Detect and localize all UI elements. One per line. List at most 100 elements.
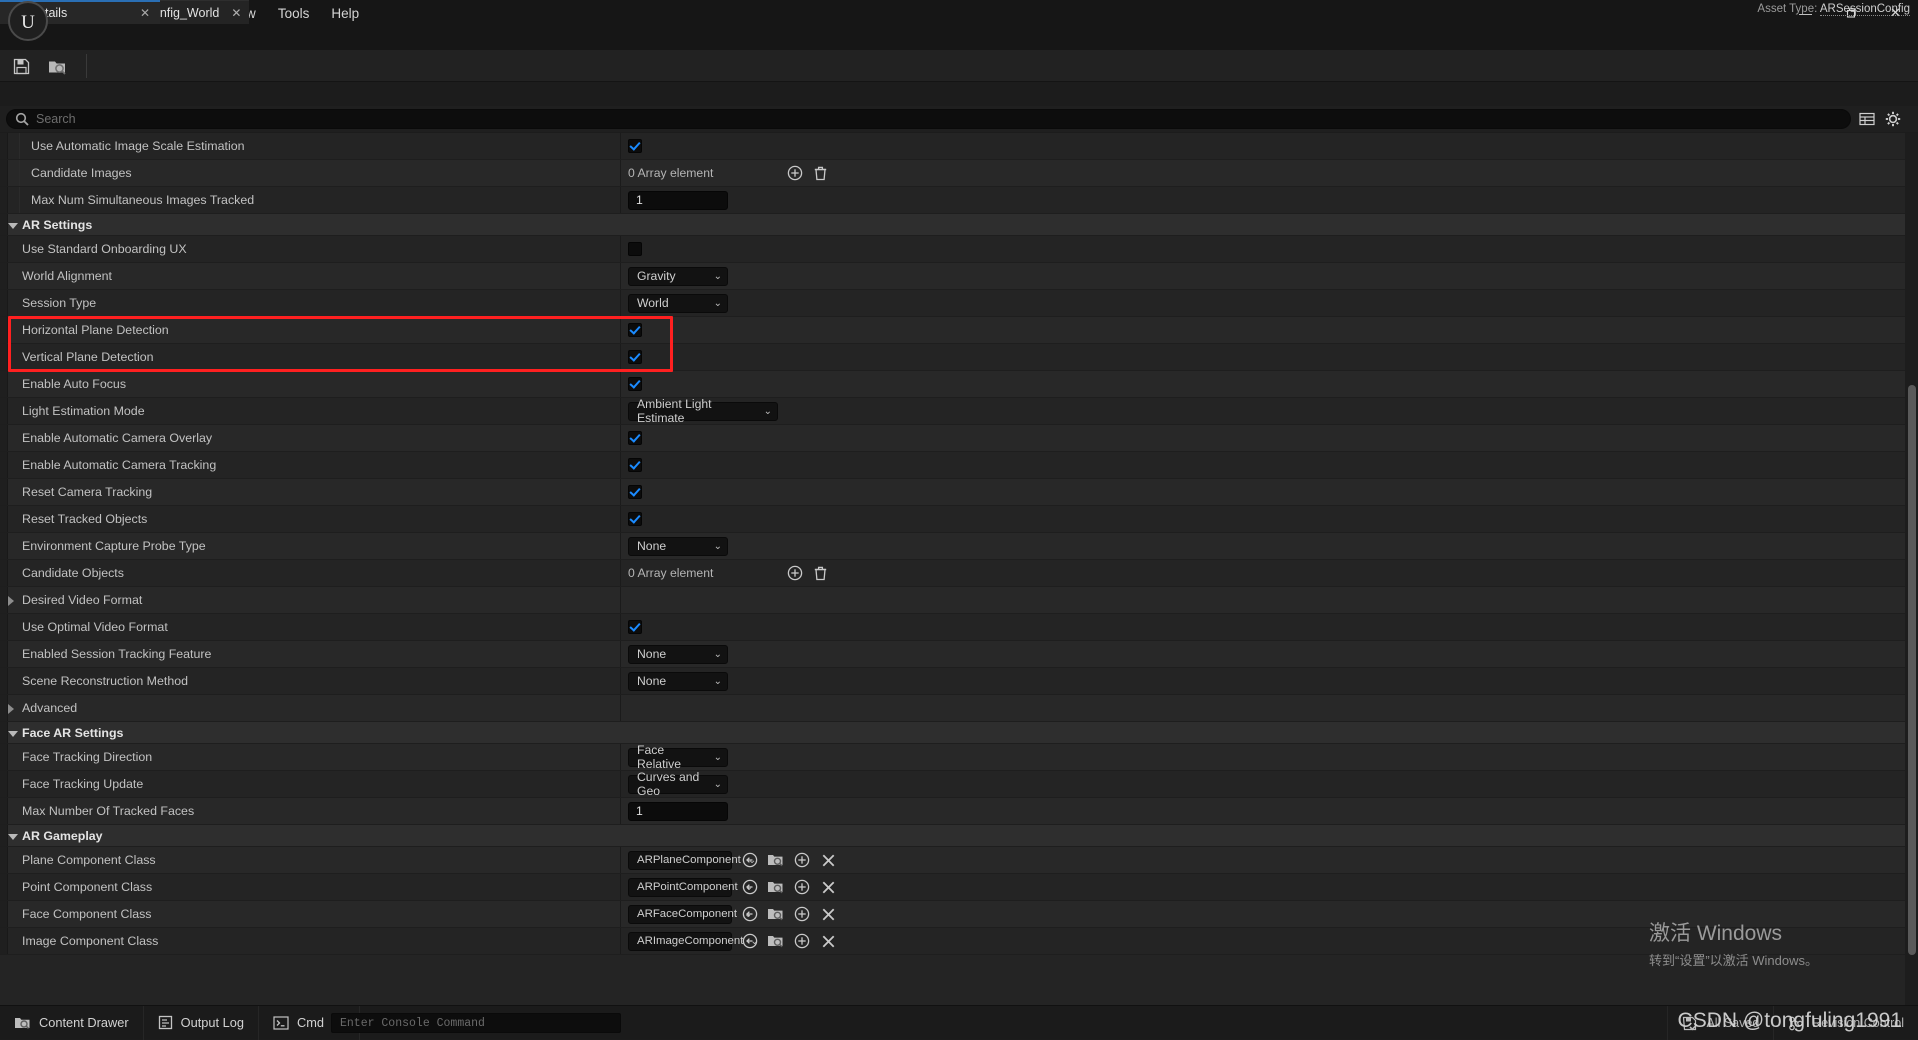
property-row[interactable]: Use Optimal Video Format xyxy=(0,614,1918,641)
property-row[interactable]: Environment Capture Probe TypeNone⌄ xyxy=(0,533,1918,560)
column-splitter[interactable] xyxy=(620,425,621,451)
property-row[interactable]: Max Num Simultaneous Images Tracked1 xyxy=(0,187,1918,214)
new-asset-icon[interactable] xyxy=(793,851,811,869)
property-checkbox[interactable] xyxy=(628,485,642,499)
property-row[interactable]: Reset Camera Tracking xyxy=(0,479,1918,506)
property-row[interactable]: Face Tracking UpdateCurves and Geo⌄ xyxy=(0,771,1918,798)
new-asset-icon[interactable] xyxy=(793,932,811,950)
property-row[interactable]: Image Component ClassARImageComponent⌄ xyxy=(0,928,1918,955)
clear-asset-icon[interactable] xyxy=(819,932,837,950)
menu-help[interactable]: Help xyxy=(320,2,370,25)
property-row[interactable]: Max Number Of Tracked Faces1 xyxy=(0,798,1918,825)
search-input[interactable]: Search xyxy=(6,109,1851,129)
property-row[interactable]: Enable Auto Focus xyxy=(0,371,1918,398)
property-dropdown[interactable]: Ambient Light Estimate⌄ xyxy=(628,402,778,421)
property-dropdown[interactable]: None⌄ xyxy=(628,645,728,664)
browse-asset-icon[interactable] xyxy=(767,878,785,896)
output-log-button[interactable]: Output Log xyxy=(144,1006,259,1040)
add-element-icon[interactable] xyxy=(786,564,804,582)
chevron-down-icon[interactable] xyxy=(8,834,18,840)
property-row[interactable]: World AlignmentGravity⌄ xyxy=(0,263,1918,290)
column-splitter[interactable] xyxy=(620,928,621,954)
column-splitter[interactable] xyxy=(620,398,621,424)
property-checkbox[interactable] xyxy=(628,431,642,445)
use-selected-asset-icon[interactable] xyxy=(741,851,759,869)
use-selected-asset-icon[interactable] xyxy=(741,878,759,896)
property-row[interactable]: Enable Automatic Camera Tracking xyxy=(0,452,1918,479)
class-picker-dropdown[interactable]: ARImageComponent⌄ xyxy=(628,932,732,951)
group-row[interactable]: Advanced xyxy=(0,695,1918,722)
column-splitter[interactable] xyxy=(620,587,621,613)
vertical-scrollbar[interactable] xyxy=(1905,133,1918,1005)
asset-type-value[interactable]: ARSessionConfig xyxy=(1820,3,1910,16)
property-dropdown[interactable]: World⌄ xyxy=(628,294,728,313)
chevron-right-icon[interactable] xyxy=(8,704,14,714)
column-splitter[interactable] xyxy=(620,560,621,586)
column-splitter[interactable] xyxy=(620,695,621,721)
property-row[interactable]: Plane Component ClassARPlaneComponent⌄ xyxy=(0,847,1918,874)
property-checkbox[interactable] xyxy=(628,377,642,391)
property-dropdown[interactable]: Gravity⌄ xyxy=(628,267,728,286)
property-number-field[interactable]: 1 xyxy=(628,191,728,210)
column-splitter[interactable] xyxy=(620,614,621,640)
column-splitter[interactable] xyxy=(620,874,621,900)
chevron-down-icon[interactable] xyxy=(8,731,18,737)
browse-asset-icon[interactable] xyxy=(767,851,785,869)
property-row[interactable]: Light Estimation ModeAmbient Light Estim… xyxy=(0,398,1918,425)
column-splitter[interactable] xyxy=(620,371,621,397)
new-asset-icon[interactable] xyxy=(793,905,811,923)
delete-elements-icon[interactable] xyxy=(811,564,829,582)
property-dropdown[interactable]: Face Relative⌄ xyxy=(628,748,728,767)
close-icon[interactable]: ✕ xyxy=(231,6,241,20)
browse-content-button[interactable] xyxy=(40,53,74,79)
browse-asset-icon[interactable] xyxy=(767,932,785,950)
property-row[interactable]: Candidate Images0 Array element xyxy=(0,160,1918,187)
column-splitter[interactable] xyxy=(620,901,621,927)
class-picker-dropdown[interactable]: ARFaceComponent⌄ xyxy=(628,905,732,924)
property-checkbox[interactable] xyxy=(628,323,642,337)
use-selected-asset-icon[interactable] xyxy=(741,932,759,950)
column-splitter[interactable] xyxy=(620,479,621,505)
column-settings-icon[interactable] xyxy=(1858,110,1876,128)
close-icon[interactable]: ✕ xyxy=(140,6,150,20)
column-splitter[interactable] xyxy=(620,187,621,213)
property-checkbox[interactable] xyxy=(628,350,642,364)
property-checkbox[interactable] xyxy=(628,512,642,526)
column-splitter[interactable] xyxy=(620,263,621,289)
column-splitter[interactable] xyxy=(620,798,621,824)
property-row[interactable]: Face Component ClassARFaceComponent⌄ xyxy=(0,901,1918,928)
column-splitter[interactable] xyxy=(620,133,621,159)
column-splitter[interactable] xyxy=(620,771,621,797)
chevron-down-icon[interactable] xyxy=(8,223,18,229)
group-row[interactable]: Desired Video Format xyxy=(0,587,1918,614)
unreal-engine-logo-icon[interactable]: U xyxy=(8,1,48,41)
column-splitter[interactable] xyxy=(620,847,621,873)
property-row[interactable]: Candidate Objects0 Array element xyxy=(0,560,1918,587)
browse-asset-icon[interactable] xyxy=(767,905,785,923)
property-row[interactable]: Session TypeWorld⌄ xyxy=(0,290,1918,317)
gear-icon[interactable] xyxy=(1884,110,1902,128)
property-number-field[interactable]: 1 xyxy=(628,802,728,821)
clear-asset-icon[interactable] xyxy=(819,905,837,923)
property-row[interactable]: Use Automatic Image Scale Estimation xyxy=(0,133,1918,160)
property-row[interactable]: Face Tracking DirectionFace Relative⌄ xyxy=(0,744,1918,771)
property-checkbox[interactable] xyxy=(628,139,642,153)
property-dropdown[interactable]: None⌄ xyxy=(628,537,728,556)
property-row[interactable]: Use Standard Onboarding UX xyxy=(0,236,1918,263)
column-splitter[interactable] xyxy=(620,506,621,532)
menu-tools[interactable]: Tools xyxy=(267,2,321,25)
column-splitter[interactable] xyxy=(620,452,621,478)
clear-asset-icon[interactable] xyxy=(819,851,837,869)
property-row[interactable]: Point Component ClassARPointComponent⌄ xyxy=(0,874,1918,901)
revision-control-button[interactable]: Revision Control xyxy=(1773,1006,1918,1040)
property-list[interactable]: Use Automatic Image Scale EstimationCand… xyxy=(0,133,1918,1005)
category-row[interactable]: AR Gameplay xyxy=(0,825,1918,847)
column-splitter[interactable] xyxy=(620,641,621,667)
column-splitter[interactable] xyxy=(620,317,621,343)
property-row[interactable]: Vertical Plane Detection xyxy=(0,344,1918,371)
content-drawer-button[interactable]: Content Drawer xyxy=(0,1006,144,1040)
column-splitter[interactable] xyxy=(620,344,621,370)
save-button[interactable] xyxy=(4,53,38,79)
delete-elements-icon[interactable] xyxy=(811,164,829,182)
column-splitter[interactable] xyxy=(620,290,621,316)
